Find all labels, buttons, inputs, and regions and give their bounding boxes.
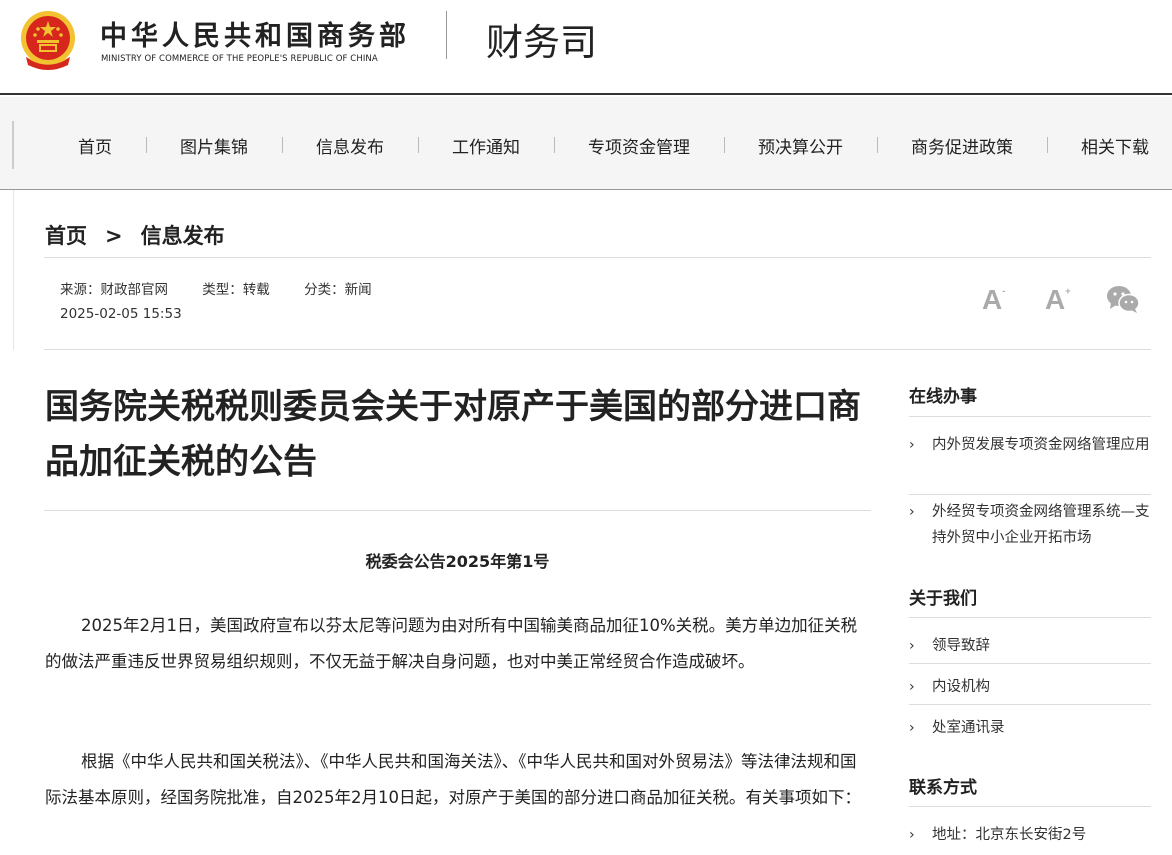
header-divider — [446, 11, 447, 59]
department-title: 财务司 — [486, 21, 597, 64]
ministry-name-cn: 中华人民共和国商务部 — [100, 21, 410, 52]
nav-item-special-funds[interactable]: 专项资金管理 — [588, 133, 690, 158]
meta-category: 分类：新闻 — [304, 282, 372, 298]
sidebar-heading-contact: 联系方式 — [909, 778, 977, 798]
chevron-right-icon: › — [909, 504, 915, 520]
nav-item-home[interactable]: 首页 — [78, 133, 112, 158]
nav-separator — [282, 137, 283, 153]
font-increase-label: A — [1045, 284, 1066, 315]
meta-date: 2025-02-05 15:53 — [60, 306, 182, 322]
meta-type: 类型：转载 — [202, 282, 270, 298]
sidebar-divider — [909, 806, 1151, 807]
sidebar-link-label: 地址：北京东长安街2号 — [932, 827, 1087, 843]
sidebar-divider — [909, 416, 1151, 417]
breadcrumb-home[interactable]: 首页 — [45, 224, 87, 248]
chevron-right-icon: › — [909, 679, 915, 695]
sidebar-link[interactable]: › 领导致辞 — [909, 633, 1151, 659]
sidebar-link[interactable]: › 内外贸发展专项资金网络管理应用 — [909, 432, 1151, 458]
sidebar-link[interactable]: › 处室通讯录 — [909, 715, 1151, 741]
sidebar-link[interactable]: › 内设机构 — [909, 674, 1151, 700]
nav-separator — [1047, 137, 1048, 153]
sidebar-divider — [909, 494, 1151, 495]
breadcrumb-separator: > — [105, 224, 123, 248]
nav-item-downloads[interactable]: 相关下载 — [1081, 133, 1149, 158]
font-increase-sign: + — [1065, 286, 1071, 296]
nav-item-policies[interactable]: 商务促进政策 — [911, 133, 1013, 158]
breadcrumb-divider — [44, 257, 1151, 258]
nav-separator — [877, 137, 878, 153]
wechat-icon[interactable] — [1106, 284, 1140, 314]
nav-edge-divider — [12, 121, 14, 169]
chevron-right-icon: › — [909, 827, 915, 843]
nav-item-budget[interactable]: 预决算公开 — [758, 133, 843, 158]
nav-item-news[interactable]: 信息发布 — [316, 133, 384, 158]
sidebar-link[interactable]: › 地址：北京东长安街2号 — [909, 822, 1151, 848]
main-nav: 首页 图片集锦 信息发布 工作通知 专项资金管理 预决算公开 商务促进政策 相关… — [0, 97, 1172, 190]
font-decrease-sign: - — [1002, 286, 1006, 296]
sidebar-link-label: 内设机构 — [932, 679, 990, 695]
chevron-right-icon: › — [909, 437, 915, 453]
nav-item-notices[interactable]: 工作通知 — [452, 133, 520, 158]
ministry-name-en: MINISTRY OF COMMERCE OF THE PEOPLE'S REP… — [101, 54, 378, 64]
sidebar-link-label: 领导致辞 — [932, 638, 990, 654]
article-paragraph: 2025年2月1日，美国政府宣布以芬太尼等问题为由对所有中国输美商品加征10%关… — [45, 616, 858, 671]
nav-separator — [146, 137, 147, 153]
national-emblem-icon[interactable] — [18, 9, 78, 71]
font-decrease-button[interactable]: A- — [982, 284, 1005, 316]
document-number: 税委会公告2025年第1号 — [365, 552, 550, 571]
site-header: 中华人民共和国商务部 MINISTRY OF COMMERCE OF THE P… — [0, 0, 1172, 95]
sidebar-link-label: 内外贸发展专项资金网络管理应用 — [932, 437, 1150, 453]
sidebar-heading-about: 关于我们 — [909, 589, 977, 609]
article-meta: 来源：财政部官网 类型：转载 分类：新闻 — [60, 278, 402, 298]
nav-item-gallery[interactable]: 图片集锦 — [180, 133, 248, 158]
meta-divider — [44, 349, 1151, 350]
chevron-right-icon: › — [909, 638, 915, 654]
sidebar-divider — [909, 617, 1151, 618]
sidebar-heading-online: 在线办事 — [909, 387, 977, 407]
sidebar-link-label: 处室通讯录 — [932, 720, 1005, 736]
font-decrease-label: A — [982, 284, 1003, 315]
breadcrumb-current[interactable]: 信息发布 — [141, 224, 225, 248]
article-title: 国务院关税税则委员会关于对原产于美国的部分进口商品加征关税的公告 — [45, 387, 861, 482]
nav-separator — [554, 137, 555, 153]
font-increase-button[interactable]: A+ — [1045, 284, 1071, 316]
title-divider — [44, 510, 871, 511]
sidebar-divider — [909, 704, 1151, 705]
article-paragraph: 根据《中华人民共和国关税法》、《中华人民共和国海关法》、《中华人民共和国对外贸易… — [45, 752, 861, 807]
nav-separator — [418, 137, 419, 153]
sidebar-divider — [909, 663, 1151, 664]
sidebar-link[interactable]: › 外经贸专项资金网络管理系统—支持外贸中小企业开拓市场 — [909, 499, 1151, 551]
sidebar-link-label: 外经贸专项资金网络管理系统—支持外贸中小企业开拓市场 — [932, 504, 1150, 546]
left-border — [13, 190, 14, 350]
chevron-right-icon: › — [909, 720, 915, 736]
nav-separator — [724, 137, 725, 153]
breadcrumb: 首页 > 信息发布 — [45, 220, 225, 250]
meta-source: 来源：财政部官网 — [60, 282, 168, 298]
